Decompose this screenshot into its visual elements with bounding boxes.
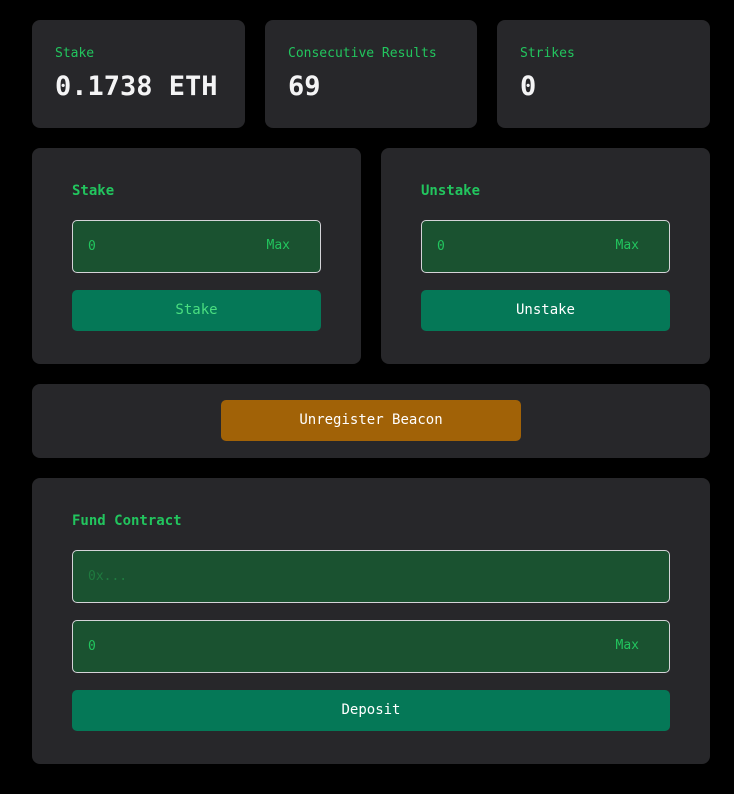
stake-button[interactable]: Stake — [72, 290, 321, 331]
deposit-button[interactable]: Deposit — [72, 690, 670, 731]
stake-panel: Stake Max Stake — [32, 148, 361, 364]
stake-max-button[interactable]: Max — [267, 238, 290, 253]
fund-max-button[interactable]: Max — [616, 638, 639, 653]
stake-title: Stake — [72, 183, 115, 199]
beacon-panel: Unregister Beacon — [32, 384, 710, 458]
unstake-button[interactable]: Unstake — [421, 290, 670, 331]
unstake-title: Unstake — [421, 183, 481, 199]
unstake-panel: Unstake Max Unstake — [381, 148, 710, 364]
fund-address-input[interactable] — [88, 551, 648, 602]
stake-amount-field: Max — [72, 220, 321, 273]
stat-label: Strikes — [520, 46, 575, 61]
unstake-amount-input[interactable] — [437, 221, 587, 272]
unstake-max-button[interactable]: Max — [616, 238, 639, 253]
stat-card-strikes: Strikes 0 — [497, 20, 710, 128]
stake-amount-input[interactable] — [88, 221, 238, 272]
stat-label: Consecutive Results — [288, 46, 437, 61]
stat-label: Stake — [55, 46, 95, 61]
fund-address-field — [72, 550, 670, 603]
unregister-beacon-button[interactable]: Unregister Beacon — [221, 400, 521, 441]
fund-amount-input[interactable] — [88, 621, 568, 672]
stat-value: 0 — [520, 71, 537, 102]
stat-card-consecutive-results: Consecutive Results 69 — [265, 20, 477, 128]
stat-value: 69 — [288, 71, 321, 102]
unstake-amount-field: Max — [421, 220, 670, 273]
fund-amount-field: Max — [72, 620, 670, 673]
fund-contract-title: Fund Contract — [72, 513, 182, 529]
fund-contract-panel: Fund Contract Max Deposit — [32, 478, 710, 764]
stat-value: 0.1738 ETH — [55, 71, 218, 102]
stat-card-stake: Stake 0.1738 ETH — [32, 20, 245, 128]
